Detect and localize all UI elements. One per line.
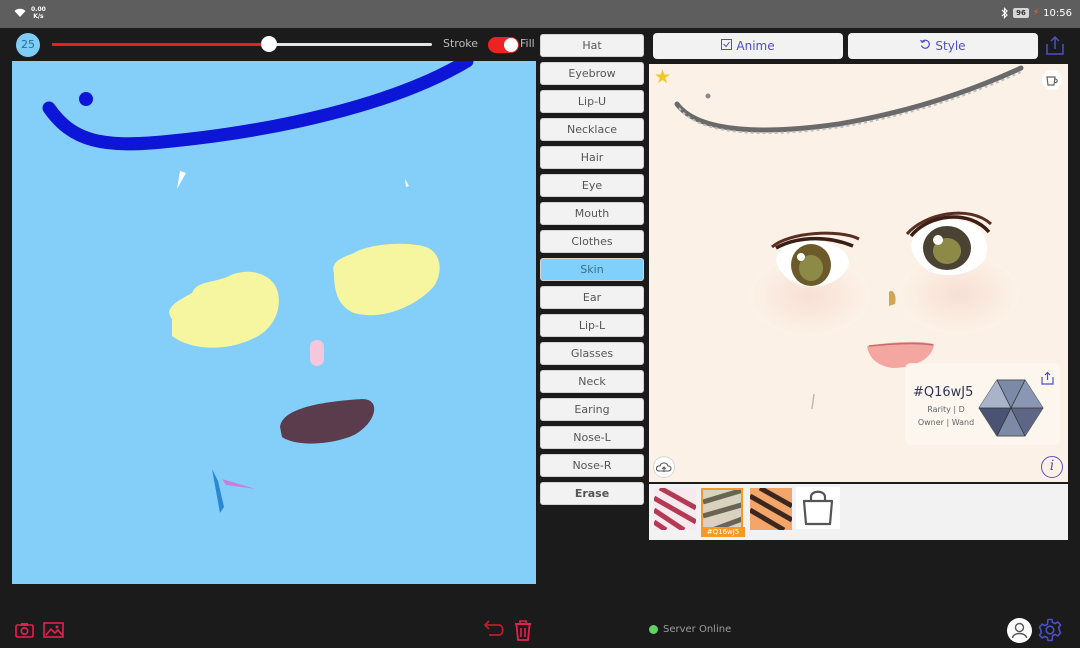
- charging-icon: ⚡: [1032, 8, 1040, 18]
- slider-thumb[interactable]: [261, 36, 277, 52]
- undo-icon[interactable]: [481, 619, 505, 641]
- drawing-canvas[interactable]: [12, 61, 536, 584]
- erase-button[interactable]: Erase: [540, 482, 644, 505]
- hair-stroke: [42, 61, 474, 151]
- brush-size-badge[interactable]: 25: [16, 33, 40, 57]
- anime-label: Anime: [736, 39, 775, 53]
- owner-text: Owner | Wand: [917, 418, 975, 427]
- shop-bag-icon[interactable]: [796, 487, 840, 529]
- battery-level: 96: [1013, 8, 1029, 18]
- sketch-strokes: [42, 61, 474, 513]
- hair-dot: [79, 92, 93, 106]
- app-root: 0.00 K/s 96 ⚡ 10:56 25 Stroke Fill Hat E…: [0, 0, 1080, 648]
- style-label: Style: [935, 39, 966, 53]
- thumbnail-1[interactable]: [654, 488, 696, 530]
- refresh-icon: [920, 33, 931, 59]
- user-icon: [1011, 622, 1028, 639]
- ear-accent-left: [222, 479, 256, 489]
- net-speed-unit: K/s: [33, 13, 44, 20]
- part-button-hat[interactable]: Hat: [540, 34, 644, 57]
- wifi-icon: [14, 8, 26, 17]
- cloud-upload-icon[interactable]: [653, 456, 675, 478]
- mouth-shape: [280, 399, 375, 444]
- anime-icon: [721, 33, 733, 59]
- thumbnail-2-selected[interactable]: [701, 488, 743, 530]
- part-button-hair[interactable]: Hair: [540, 146, 644, 169]
- part-button-eye[interactable]: Eye: [540, 174, 644, 197]
- part-button-necklace[interactable]: Necklace: [540, 118, 644, 141]
- toggle-knob: [504, 38, 518, 52]
- style-button[interactable]: Style: [848, 33, 1038, 59]
- rarity-text: Rarity | D: [927, 405, 965, 414]
- part-button-skin[interactable]: Skin: [540, 258, 644, 281]
- part-button-mouth[interactable]: Mouth: [540, 202, 644, 225]
- bluetooth-icon: [1001, 7, 1008, 19]
- nose-shape: [310, 340, 324, 366]
- part-button-neck[interactable]: Neck: [540, 370, 644, 393]
- eyebrow-mark-left: [177, 171, 186, 189]
- clock: 10:56: [1043, 7, 1072, 19]
- gallery-icon[interactable]: [43, 622, 64, 638]
- brush-size-slider[interactable]: [52, 35, 432, 53]
- info-icon[interactable]: i: [1041, 456, 1063, 478]
- part-button-nose-l[interactable]: Nose-L: [540, 426, 644, 449]
- eyebrow-mark-right: [405, 179, 409, 187]
- part-button-lip-u[interactable]: Lip-U: [540, 90, 644, 113]
- anime-button[interactable]: Anime: [653, 33, 843, 59]
- user-avatar-button[interactable]: [1007, 618, 1032, 643]
- thumbnail-3[interactable]: [750, 488, 792, 530]
- eye-shape-right: [333, 243, 440, 316]
- part-button-earing[interactable]: Earing: [540, 398, 644, 421]
- ear-mark-right: [386, 471, 400, 485]
- part-button-ear[interactable]: Ear: [540, 286, 644, 309]
- server-status-dot: [649, 625, 658, 634]
- server-status-text: Server Online: [663, 624, 732, 635]
- trash-icon[interactable]: [513, 619, 533, 641]
- net-speed-value: 0.00: [31, 6, 46, 13]
- system-status-bar: 0.00 K/s 96 ⚡ 10:56: [0, 0, 1080, 28]
- stroke-label: Stroke: [443, 37, 479, 50]
- settings-gear-icon[interactable]: [1038, 618, 1062, 642]
- share-icon[interactable]: [1044, 35, 1066, 57]
- part-button-glasses[interactable]: Glasses: [540, 342, 644, 365]
- coffee-cup-icon[interactable]: [1042, 70, 1062, 90]
- server-status: Server Online: [649, 624, 731, 635]
- part-button-lip-l[interactable]: Lip-L: [540, 314, 644, 337]
- ear-mark-left: [212, 469, 224, 513]
- portrait-id: #Q16wJ5: [913, 385, 974, 400]
- net-speed: 0.00 K/s: [31, 6, 46, 20]
- part-button-eyebrow[interactable]: Eyebrow: [540, 62, 644, 85]
- selected-thumbnail-label: #Q16wJ5: [701, 527, 745, 537]
- slider-fill: [52, 43, 269, 46]
- part-button-clothes[interactable]: Clothes: [540, 230, 644, 253]
- eye-shape-left: [169, 271, 279, 348]
- fill-label: Fill: [520, 37, 535, 50]
- part-button-nose-r[interactable]: Nose-R: [540, 454, 644, 477]
- rarity-gem-icon: [978, 379, 1044, 437]
- favorite-star-icon[interactable]: ★: [654, 67, 671, 87]
- stroke-fill-toggle[interactable]: [488, 37, 519, 53]
- camera-icon[interactable]: [15, 622, 34, 638]
